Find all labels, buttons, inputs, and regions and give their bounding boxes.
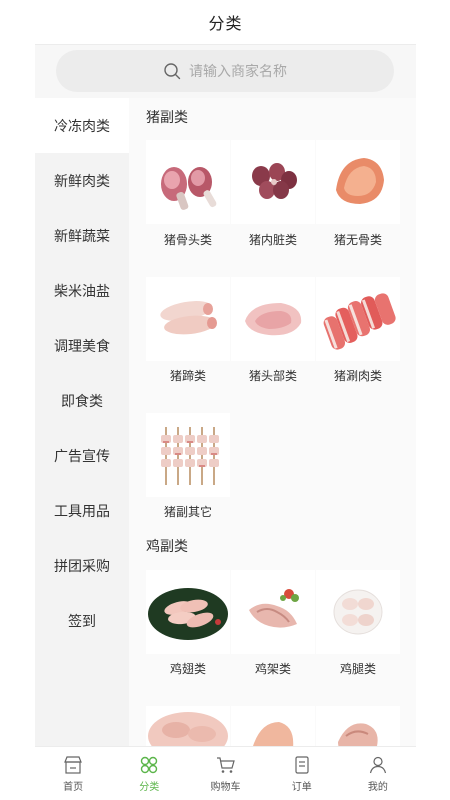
product-label: 猪蹄类 [169,369,206,383]
search-input[interactable]: 请输入商家名称 [56,50,394,92]
top-header: 分类 [35,0,416,45]
product-label: 猪骨头类 [163,233,212,247]
product-card-boneless-pork[interactable] [316,140,400,224]
sidebar-item-advertising[interactable]: 广告宣传 [35,428,129,483]
sidebar-item-check-in[interactable]: 签到 [35,593,129,648]
product-card-pork-bones[interactable] [146,140,230,224]
search-bar-area: 请输入商家名称 [35,45,416,98]
boneless-pork-image [316,140,400,224]
chicken-wings-image [146,570,230,654]
sidebar-item-label: 工具用品 [54,503,110,520]
pork-offal-image [231,140,315,224]
tab-home[interactable]: 首页 [35,747,111,800]
sidebar-item-label: 广告宣传 [54,448,110,465]
tab-label: 购物车 [210,781,241,793]
category-icon [141,756,158,773]
page-title: 分类 [208,14,243,33]
order-icon [295,755,309,774]
chicken-frame-image [231,570,315,654]
product-label: 猪内脏类 [248,233,297,247]
sidebar-item-groceries[interactable]: 柴米油盐 [35,263,129,318]
product-card-pork-hotpot[interactable] [316,277,400,361]
product-label: 鸡架类 [254,662,291,676]
cart-icon [216,756,235,773]
product-card-chicken-frame[interactable] [231,570,315,654]
section-title-chicken: 鸡副类 [146,539,188,555]
product-card-pork-offal[interactable] [231,140,315,224]
sidebar-item-label: 签到 [68,613,96,630]
search-placeholder: 请输入商家名称 [189,64,287,80]
pork-other-image [146,413,230,497]
home-icon [64,755,82,774]
tab-cart[interactable]: 购物车 [187,747,263,800]
tab-label: 订单 [291,781,312,793]
product-label: 猪副其它 [163,505,212,519]
sidebar-item-fresh-meat[interactable]: 新鲜肉类 [35,153,129,208]
product-label: 鸡腿类 [339,662,376,676]
product-label: 鸡翅类 [169,662,206,676]
sidebar-item-tools[interactable]: 工具用品 [35,483,129,538]
category-content: 猪副类 猪骨头类 猪内脏类 猪无骨类 猪蹄类 猪头部类 猪涮肉类 猪副其它 鸡副… [129,98,416,746]
sidebar-item-prepared-food[interactable]: 调理美食 [35,318,129,373]
product-label: 猪无骨类 [333,233,382,247]
product-label: 猪头部类 [248,369,297,383]
pork-trotters-image [146,277,230,361]
sidebar-item-fresh-vegetables[interactable]: 新鲜蔬菜 [35,208,129,263]
tab-profile[interactable]: 我的 [340,747,416,800]
tab-orders[interactable]: 订单 [264,747,340,800]
sidebar-item-label: 柴米油盐 [54,283,110,300]
sidebar-item-label: 拼团采购 [54,558,110,575]
sidebar-item-label: 冷冻肉类 [54,118,110,135]
chicken-product-image [146,706,230,746]
chicken-legs-image [316,570,400,654]
chicken-product-image [316,706,400,746]
product-card-chicken-legs[interactable] [316,570,400,654]
pork-head-image [231,277,315,361]
product-card-pork-other[interactable] [146,413,230,497]
pork-hotpot-image [316,277,400,361]
search-icon [164,63,181,80]
profile-icon [369,756,386,773]
tab-label: 我的 [367,781,388,793]
product-label: 猪涮肉类 [333,369,382,383]
category-sidebar: 冷冻肉类 新鲜肉类 新鲜蔬菜 柴米油盐 调理美食 即食类 广告宣传 工具用品 拼… [35,98,129,746]
sidebar-item-ready-to-eat[interactable]: 即食类 [35,373,129,428]
product-card-chicken-wings[interactable] [146,570,230,654]
sidebar-item-label: 新鲜蔬菜 [54,228,110,245]
product-card-pork-trotters[interactable] [146,277,230,361]
sidebar-item-group-buy[interactable]: 拼团采购 [35,538,129,593]
section-title-pork: 猪副类 [146,110,188,126]
sidebar-item-label: 即食类 [61,393,103,410]
tab-label: 分类 [139,781,160,793]
tab-category[interactable]: 分类 [111,747,187,800]
sidebar-item-label: 调理美食 [54,338,110,355]
chicken-product-image [231,706,315,746]
product-card-pork-head[interactable] [231,277,315,361]
tab-label: 首页 [63,781,84,793]
bottom-tab-bar: 首页 分类 购物车 订单 我的 [35,746,416,800]
category-screen: 分类 请输入商家名称 冷冻肉类 新鲜肉类 新鲜蔬菜 柴米油盐 调理美食 即食类 … [35,0,416,800]
product-card[interactable] [316,706,400,746]
product-card[interactable] [146,706,230,746]
pork-bones-image [146,140,230,224]
product-card[interactable] [231,706,315,746]
sidebar-item-frozen-meat[interactable]: 冷冻肉类 [35,98,129,153]
sidebar-item-label: 新鲜肉类 [54,173,110,190]
